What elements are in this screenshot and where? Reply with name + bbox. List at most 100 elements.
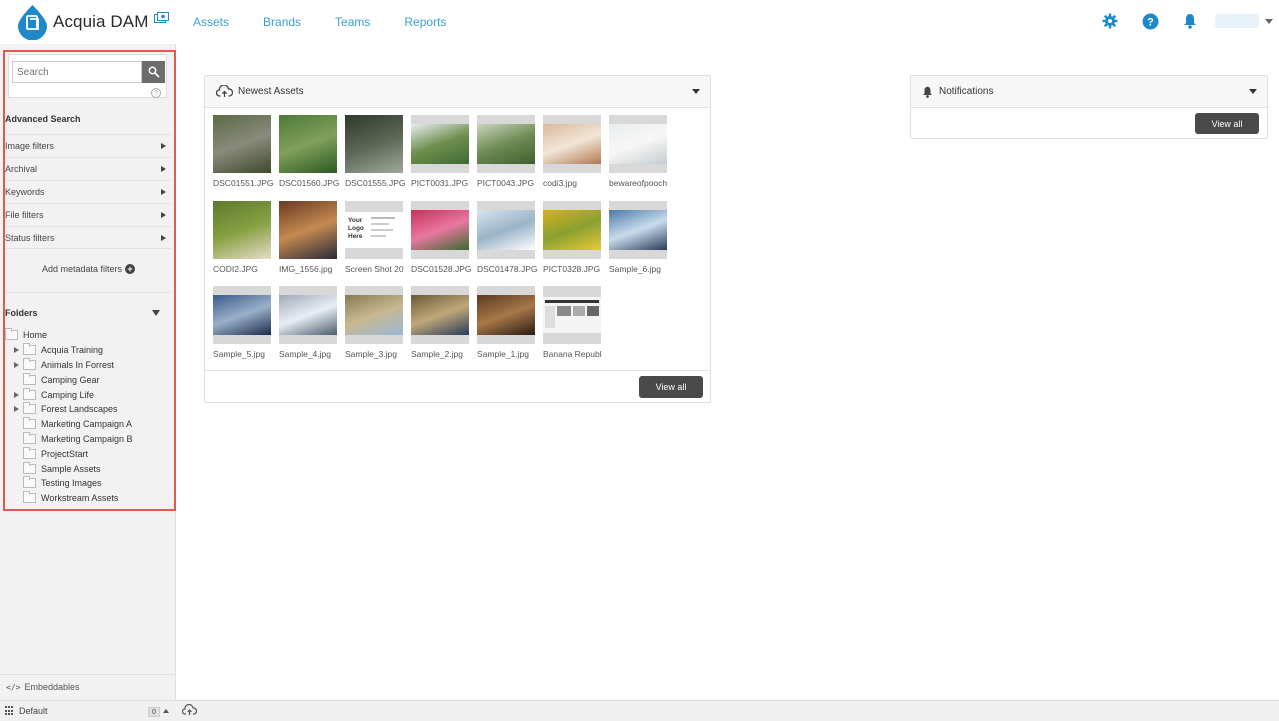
nav-teams[interactable]: Teams [335, 15, 370, 29]
asset-thumbnail[interactable] [477, 200, 535, 259]
filter-image[interactable]: Image filters [5, 134, 171, 157]
sidebar: ? Advanced Search Image filters Archival… [0, 44, 176, 721]
search-help-icon[interactable]: ? [151, 88, 161, 98]
asset-thumbnail[interactable]: Your Logo Here [345, 200, 403, 259]
folder-icon [23, 357, 36, 370]
asset-thumbnail[interactable] [345, 115, 403, 173]
nav-assets[interactable]: Assets [193, 15, 229, 29]
folders-collapse-icon[interactable] [152, 310, 160, 316]
folder-item[interactable]: ProjectStart [5, 446, 171, 461]
help-icon[interactable]: ? [1141, 12, 1159, 30]
view-label[interactable]: Default [19, 706, 48, 716]
asset-filename: PICT0031.JPG [411, 178, 469, 188]
asset-tile[interactable]: Banana Republ [543, 286, 602, 359]
asset-tile[interactable]: codi3.jpg [543, 115, 601, 188]
expand-caret-icon[interactable] [11, 345, 21, 355]
folder-item[interactable]: Camping Gear [5, 372, 171, 387]
asset-tile[interactable]: Your Logo Here Screen Shot 20 [345, 200, 404, 274]
chevron-down-icon[interactable] [1265, 18, 1273, 24]
app-logo[interactable]: Acquia DAM [16, 4, 170, 41]
view-all-notifications-button[interactable]: View all [1195, 113, 1259, 134]
caret-right-icon [161, 143, 166, 149]
asset-thumbnail[interactable] [279, 286, 337, 344]
asset-thumbnail[interactable] [543, 286, 601, 344]
filter-label: File filters [5, 210, 44, 220]
main-nav: Assets Brands Teams Reports [193, 15, 480, 29]
folder-item[interactable]: Forest Landscapes [5, 402, 171, 417]
chevron-up-icon[interactable] [163, 709, 169, 713]
asset-thumbnail[interactable] [543, 200, 601, 259]
search-icon [148, 66, 160, 78]
asset-thumbnail[interactable] [609, 115, 667, 173]
asset-thumbnail[interactable] [411, 286, 469, 344]
user-menu[interactable] [1215, 14, 1259, 28]
view-all-assets-button[interactable]: View all [639, 376, 703, 398]
asset-tile[interactable]: Sample_5.jpg [213, 286, 271, 359]
asset-tile[interactable]: Sample_4.jpg [279, 286, 337, 359]
folder-item[interactable]: Sample Assets [5, 461, 171, 476]
asset-tile[interactable]: IMG_1556.jpg [279, 200, 337, 274]
folder-icon [23, 461, 36, 474]
asset-tile[interactable]: Sample_1.jpg [477, 286, 535, 359]
embeddables-link[interactable]: </> Embeddables [0, 674, 176, 699]
grid-view-icon[interactable] [5, 706, 15, 716]
chevron-down-icon[interactable] [692, 89, 700, 94]
search-input[interactable] [12, 61, 142, 83]
nav-brands[interactable]: Brands [263, 15, 301, 29]
asset-thumbnail[interactable] [543, 115, 601, 173]
caret-right-icon [161, 234, 166, 241]
folder-item[interactable]: Acquia Training [5, 343, 171, 358]
expand-caret-icon[interactable] [11, 390, 21, 400]
asset-thumbnail[interactable] [213, 286, 271, 344]
folder-tree: Home Acquia Training Animals In Forrest Cam… [5, 328, 171, 506]
asset-thumbnail[interactable] [411, 200, 469, 259]
asset-tile[interactable]: DSC01560.JPG [279, 115, 339, 188]
asset-tile[interactable]: DSC01555.JPG [345, 115, 405, 188]
folder-icon [23, 343, 36, 356]
asset-thumbnail[interactable] [345, 286, 403, 344]
folder-icon [23, 417, 36, 430]
asset-tile[interactable]: Sample_2.jpg [411, 286, 469, 359]
asset-tile[interactable]: PICT0031.JPG [411, 115, 469, 188]
asset-tile[interactable]: CODI2.JPG [213, 200, 271, 274]
folder-item[interactable]: Marketing Campaign A [5, 417, 171, 432]
expand-caret-icon[interactable] [11, 360, 21, 370]
asset-tile[interactable]: DSC01551.JPG [213, 115, 273, 188]
folder-item[interactable]: Animals In Forrest [5, 357, 171, 373]
nav-reports[interactable]: Reports [404, 15, 446, 29]
newest-assets-header: Newest Assets [205, 76, 710, 108]
add-metadata-filters-button[interactable]: Add metadata filters + [42, 264, 136, 274]
asset-tile[interactable]: DSC01478.JPG [477, 200, 537, 274]
asset-tile[interactable]: PICT0043.JPG [477, 115, 535, 188]
asset-thumbnail[interactable] [279, 200, 337, 259]
folder-item[interactable]: Home [5, 328, 171, 343]
asset-thumbnail[interactable] [411, 115, 469, 173]
asset-tile[interactable]: bewareofpooch [609, 115, 667, 188]
asset-tile[interactable]: PICT0328.JPG [543, 200, 601, 274]
search-button[interactable] [142, 61, 165, 83]
gear-icon[interactable] [1101, 12, 1119, 30]
asset-thumbnail[interactable] [477, 115, 535, 173]
asset-tile[interactable]: DSC01528.JPG [411, 200, 471, 274]
folder-item[interactable]: Testing Images [5, 476, 171, 491]
asset-thumbnail[interactable] [213, 200, 271, 259]
asset-tile[interactable]: Sample_6.jpg [609, 200, 667, 274]
folder-item[interactable]: Workstream Assets [5, 491, 171, 506]
asset-thumbnail[interactable] [609, 200, 667, 259]
filter-status[interactable]: Status filters [5, 226, 171, 249]
asset-tile[interactable]: Sample_3.jpg [345, 286, 403, 359]
caret-right-icon [161, 189, 166, 195]
asset-thumbnail[interactable] [279, 115, 337, 173]
filter-archival[interactable]: Archival [5, 157, 171, 180]
asset-thumbnail[interactable] [477, 286, 535, 344]
bell-icon[interactable] [1181, 12, 1199, 30]
folder-item[interactable]: Marketing Campaign B [5, 431, 171, 447]
chevron-down-icon[interactable] [1249, 89, 1257, 94]
expand-caret-icon[interactable] [11, 404, 21, 414]
asset-thumbnail[interactable] [213, 115, 271, 173]
caret-right-icon [161, 166, 166, 172]
filter-file[interactable]: File filters [5, 203, 171, 226]
cloud-upload-icon[interactable] [181, 703, 198, 719]
filter-keywords[interactable]: Keywords [5, 180, 171, 203]
folder-item[interactable]: Camping Life [5, 387, 171, 402]
